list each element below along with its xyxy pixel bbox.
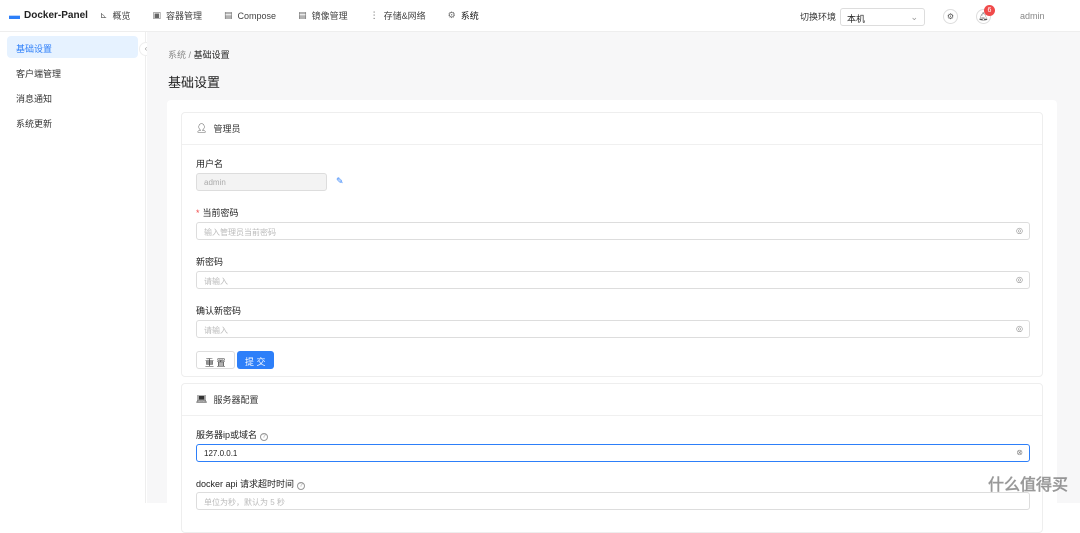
laptop-icon: 💻︎ <box>196 394 208 404</box>
page-title: 基础设置 <box>168 75 221 90</box>
docker-whale-icon: ▬ <box>9 9 20 22</box>
breadcrumb-current: 基础设置 <box>193 50 230 60</box>
eye-off-icon[interactable]: ◎ <box>1016 324 1023 333</box>
eye-off-icon[interactable]: ◎ <box>1016 226 1023 235</box>
main-content: 系统 / 基础设置 基础设置 👤︎ 管理员 用户名 admin ✎ * 当前密码 输… <box>147 32 1080 533</box>
env-label: 切换环境 <box>800 12 837 22</box>
host-label: 服务器ip或域名? <box>196 428 269 441</box>
notification-badge: 6 <box>984 5 995 16</box>
env-select[interactable]: 本机 ⌄ <box>840 8 925 26</box>
label-text: 服务器ip或域名 <box>196 430 258 440</box>
app-logo[interactable]: ▬ Docker-Panel <box>9 10 88 22</box>
placeholder: 输入管理员当前密码 <box>204 228 276 237</box>
eye-off-icon[interactable]: ◎ <box>1016 275 1023 284</box>
username-label: 用户名 <box>196 159 224 169</box>
settings-panel: 👤︎ 管理员 用户名 admin ✎ * 当前密码 输入管理员当前密码 ◎ 新密码 请… <box>167 100 1057 533</box>
image-box-icon: ▤ <box>298 10 307 20</box>
gear-icon: ⚙ <box>946 12 955 21</box>
input-value: 127.0.0.1 <box>204 449 238 458</box>
watermark: 什么值得买 <box>987 477 1068 494</box>
host-input[interactable]: 127.0.0.1 ⊗ <box>196 444 1030 462</box>
main-nav: ⊾ 概览 ▣ 容器管理 ▤ Compose ▤ 镜像管理 ⋮ 存储&网络 ⚙ 系统 <box>100 9 501 22</box>
card-header: 💻︎ 服务器配置 <box>182 384 1042 416</box>
breadcrumb-parent[interactable]: 系统 <box>168 50 186 60</box>
sidebar-item-updates[interactable]: 系统更新 <box>7 111 138 133</box>
gear-icon: ⚙ <box>447 10 456 20</box>
nav-label: 容器管理 <box>166 11 203 21</box>
timeout-input[interactable]: 单位为秒，默认为 5 秒 <box>196 492 1030 510</box>
clear-icon[interactable]: ⊗ <box>1016 448 1023 457</box>
app-name: Docker-Panel <box>24 10 88 21</box>
card-title: 服务器配置 <box>213 395 259 405</box>
chevron-down-icon: ⌄ <box>910 12 918 22</box>
nav-images[interactable]: ▤ 镜像管理 <box>298 9 348 22</box>
settings-button[interactable]: ⚙ <box>943 9 958 24</box>
nav-containers[interactable]: ▣ 容器管理 <box>152 9 202 22</box>
sidebar-item-basic-settings[interactable]: 基础设置 <box>7 36 138 58</box>
nav-label: 系统 <box>460 11 479 21</box>
card-header: 👤︎ 管理员 <box>182 113 1042 145</box>
top-bar: ▬ Docker-Panel ⊾ 概览 ▣ 容器管理 ▤ Compose ▤ 镜像管理 ⋮… <box>0 0 1080 32</box>
compose-icon: ▤ <box>224 10 233 20</box>
username-input[interactable]: admin <box>196 173 327 191</box>
nav-storage-network[interactable]: ⋮ 存储&网络 <box>370 9 426 22</box>
sidebar-item-clients[interactable]: 客户端管理 <box>7 61 138 83</box>
placeholder: 请输入 <box>204 277 228 286</box>
card-title: 管理员 <box>213 124 241 134</box>
sidebar-item-notifications[interactable]: 消息通知 <box>7 86 138 108</box>
help-icon[interactable]: ? <box>297 482 306 490</box>
dots-icon: ⋮ <box>369 10 379 20</box>
nav-label: Compose <box>237 10 277 21</box>
breadcrumb-separator: / <box>188 50 192 60</box>
nav-overview[interactable]: ⊾ 概览 <box>100 9 131 22</box>
image-icon: ▣ <box>152 10 161 20</box>
label-text: 当前密码 <box>202 208 239 218</box>
label-text: docker api 请求超时时间 <box>196 479 295 489</box>
edit-icon[interactable]: ✎ <box>336 176 344 187</box>
nav-label: 概览 <box>112 11 131 21</box>
breadcrumb: 系统 / 基础设置 <box>168 48 230 61</box>
placeholder: 请输入 <box>204 326 228 335</box>
server-card: 💻︎ 服务器配置 服务器ip或域名? 127.0.0.1 ⊗ docker api … <box>181 383 1043 533</box>
env-value: 本机 <box>847 14 866 24</box>
sidebar: 基础设置 客户端管理 消息通知 系统更新 <box>0 32 146 503</box>
nav-label: 存储&网络 <box>383 11 426 21</box>
admin-card: 👤︎ 管理员 用户名 admin ✎ * 当前密码 输入管理员当前密码 ◎ 新密码 请… <box>181 112 1043 377</box>
nav-label: 镜像管理 <box>311 11 348 21</box>
submit-button[interactable]: 提 交 <box>237 351 274 369</box>
current-password-input[interactable]: 输入管理员当前密码 ◎ <box>196 222 1030 240</box>
confirm-password-input[interactable]: 请输入 ◎ <box>196 320 1030 338</box>
user-icon: 👤︎ <box>196 123 208 133</box>
reset-button[interactable]: 重 置 <box>196 351 235 369</box>
current-password-label: * 当前密码 <box>196 208 239 218</box>
nav-system[interactable]: ⚙ 系统 <box>448 9 479 22</box>
new-password-input[interactable]: 请输入 ◎ <box>196 271 1030 289</box>
chart-icon: ⊾ <box>99 10 108 20</box>
confirm-password-label: 确认新密码 <box>196 306 242 316</box>
user-menu[interactable]: admin <box>1020 11 1045 21</box>
timeout-label: docker api 请求超时时间? <box>196 477 306 490</box>
help-icon[interactable]: ? <box>260 433 269 441</box>
new-password-label: 新密码 <box>196 257 224 267</box>
nav-compose[interactable]: ▤ Compose <box>224 9 276 22</box>
